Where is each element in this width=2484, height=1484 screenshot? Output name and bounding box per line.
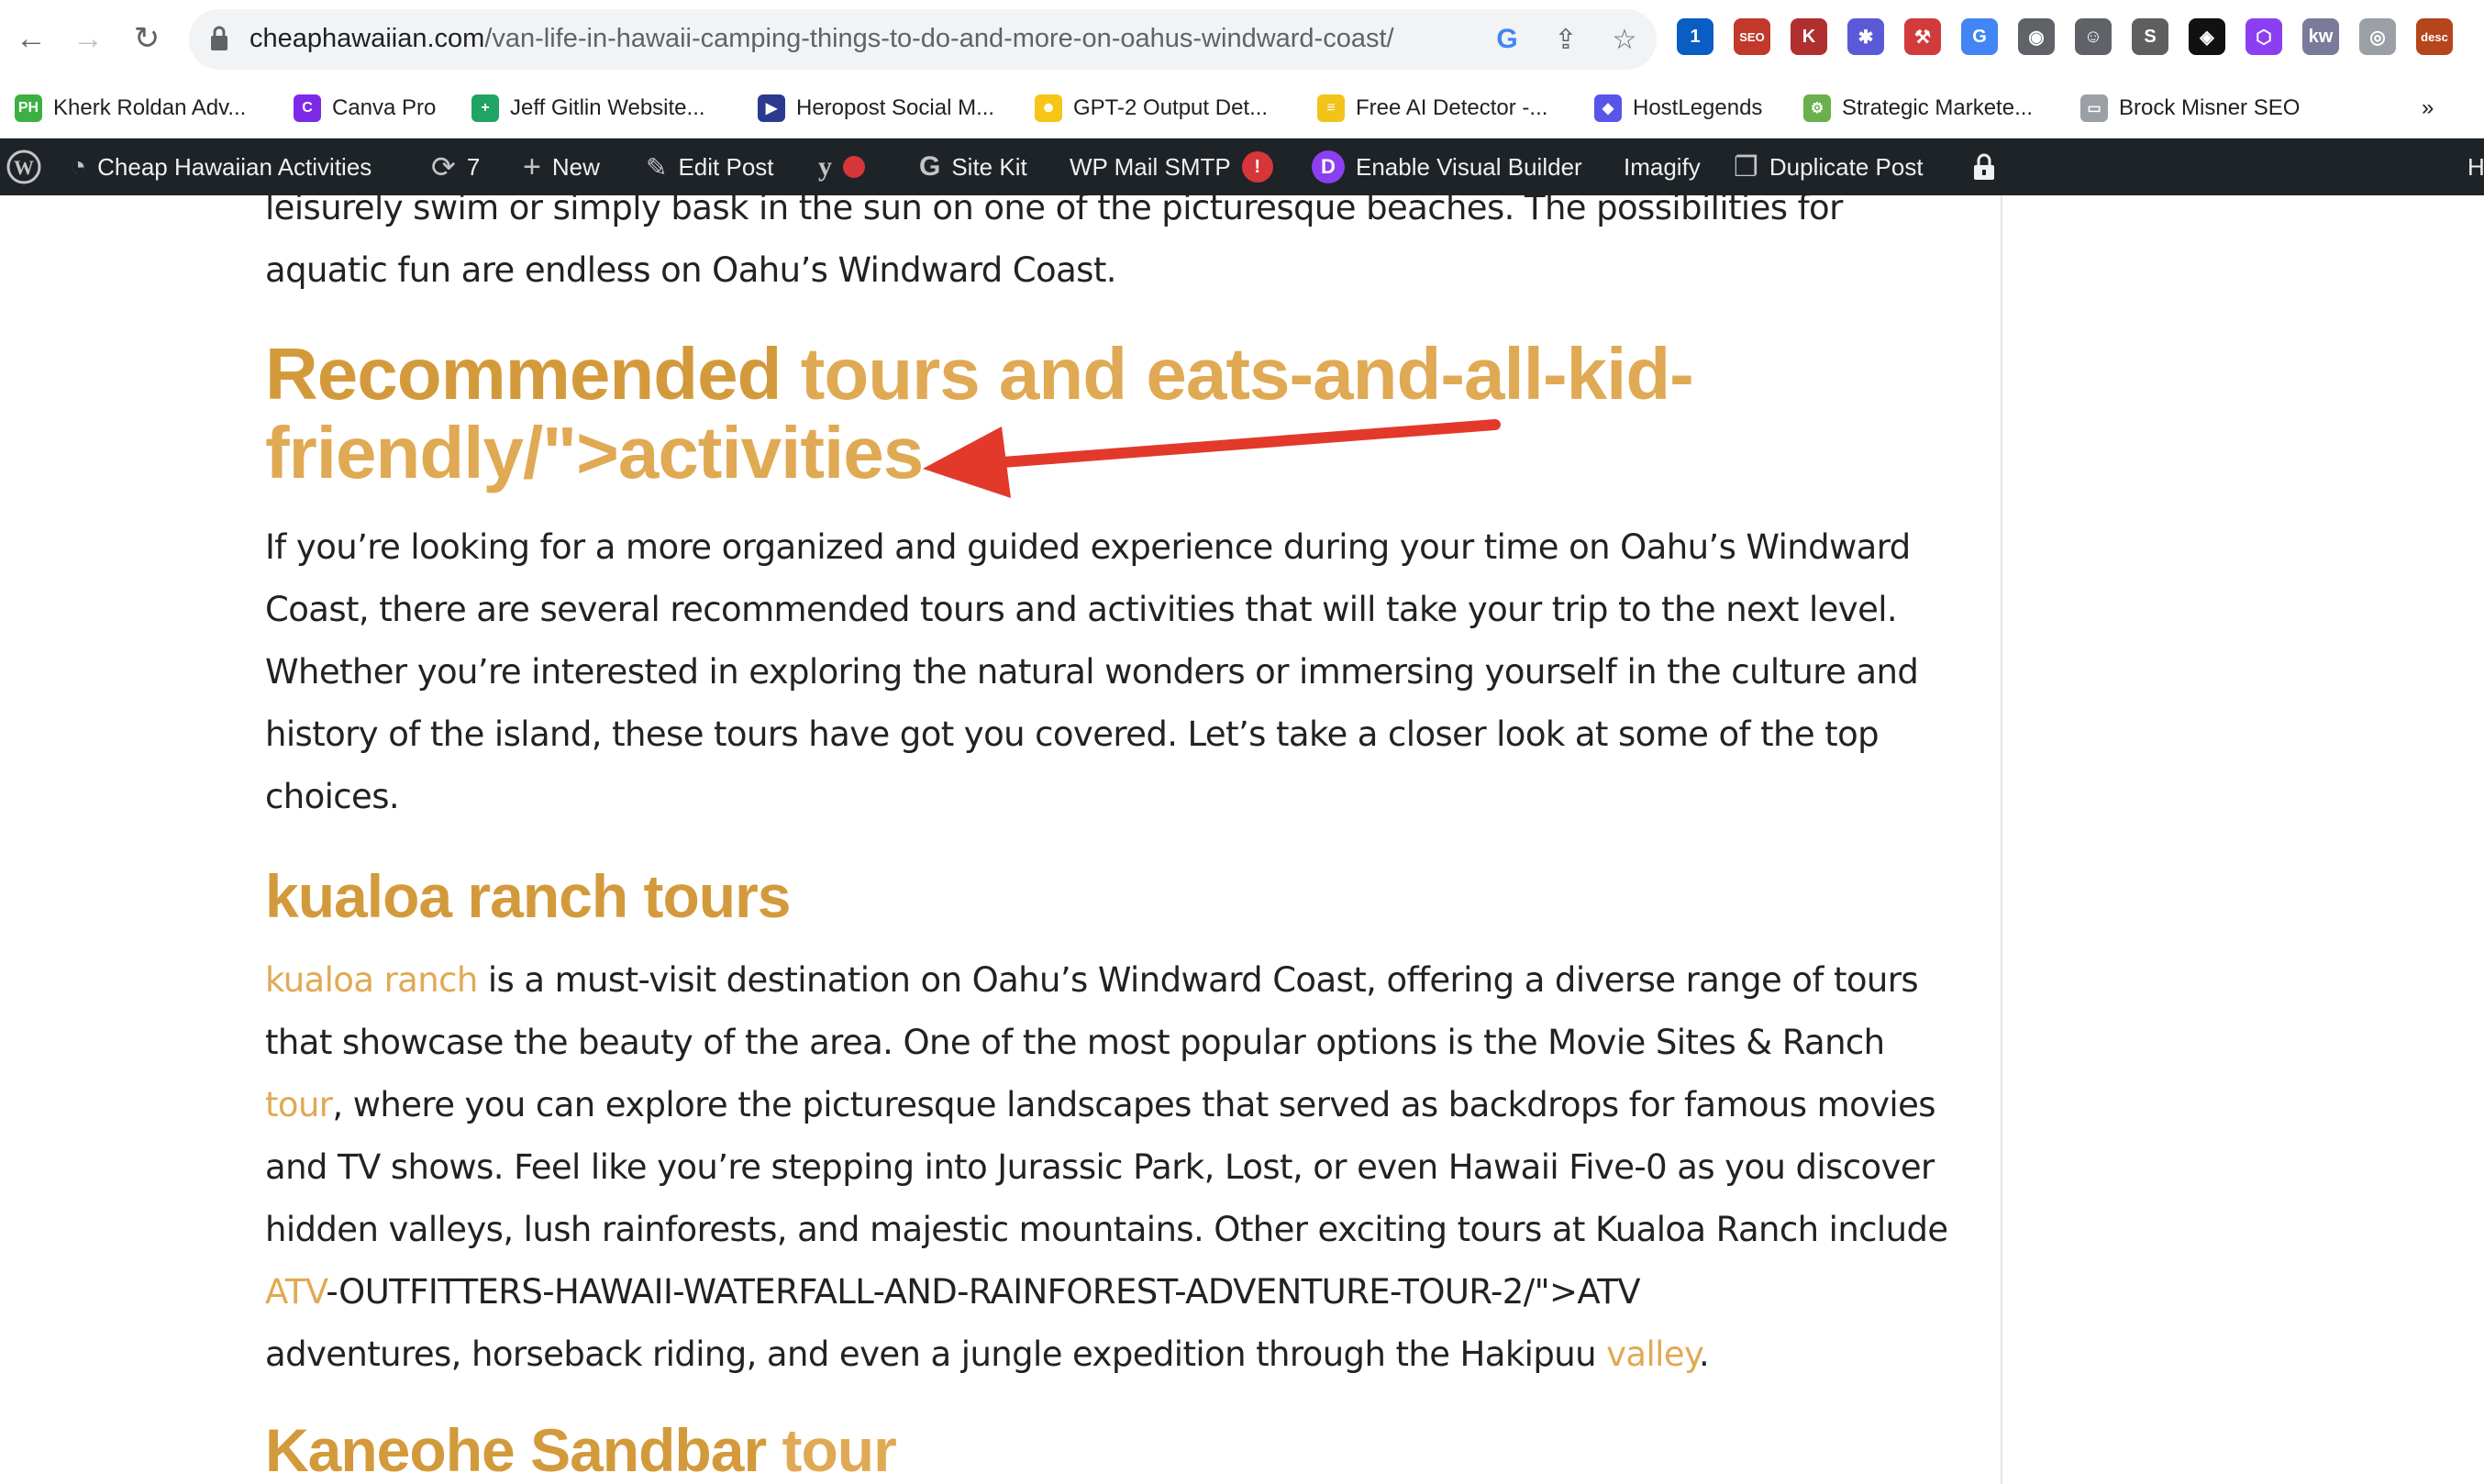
bookmark-item[interactable]: ▶ Heropost Social M...: [758, 90, 994, 127]
lock-icon: [211, 26, 227, 50]
bookmark-item[interactable]: + Jeff Gitlin Website...: [471, 90, 705, 127]
extensions-row: 1 SEO K ✱ ⚒ G ◉ ☺ S ◈ ⬡ kw ◎ desc: [1677, 18, 2453, 55]
keyword-extension-icon[interactable]: kw: [2302, 18, 2339, 55]
desc-extension-icon[interactable]: desc: [2416, 18, 2453, 55]
location-extension-icon[interactable]: ◉: [2018, 18, 2055, 55]
address-bar[interactable]: cheaphawaiian.com/van-life-in-hawaii-cam…: [189, 9, 1657, 70]
alert-badge: !: [1241, 151, 1273, 183]
yoast-icon: y: [818, 151, 832, 182]
red-tool-extension-icon[interactable]: ⚒: [1904, 18, 1941, 55]
ghost-extension-icon[interactable]: ☺: [2075, 18, 2112, 55]
padlock-icon[interactable]: [1972, 138, 1996, 195]
admin-edit-post[interactable]: ✎ Edit Post: [646, 138, 774, 195]
page-content: leisurely swim or simply bask in the sun…: [0, 195, 2484, 1484]
bookmark-item[interactable]: C Canva Pro: [294, 90, 436, 127]
share-icon[interactable]: ⇪: [1547, 20, 1585, 59]
bookmark-favicon-icon: ▶: [758, 94, 785, 122]
browser-toolbar: ← → ↻ cheaphawaiian.com/van-life-in-hawa…: [0, 0, 2484, 81]
bookmark-item[interactable]: ◆ HostLegends: [1594, 90, 1762, 127]
svg-text:W: W: [14, 156, 34, 179]
seo-status-dot: [843, 156, 865, 178]
plus-icon: +: [523, 149, 541, 184]
duplicate-icon: ❐: [1734, 151, 1758, 183]
admin-site-name[interactable]: ◔ Cheap Hawaiian Activities: [70, 138, 371, 195]
bookmark-label: Kherk Roldan Adv...: [53, 95, 247, 120]
google-g-icon: G: [919, 151, 941, 182]
bookmark-label: Canva Pro: [332, 95, 437, 120]
bookmark-favicon-icon: ≡: [1317, 94, 1345, 122]
url-text: cheaphawaiian.com/van-life-in-hawaii-cam…: [250, 24, 1394, 53]
bookmark-favicon-icon: C: [294, 94, 321, 122]
bookmark-star-icon[interactable]: ☆: [1605, 20, 1644, 59]
bookmark-item[interactable]: PH Kherk Roldan Adv...: [15, 90, 246, 127]
admin-howdy-cut[interactable]: H: [2467, 138, 2484, 195]
pencil-icon: ✎: [646, 152, 668, 182]
dashboard-icon: ◔: [70, 151, 87, 182]
bookmark-favicon-icon: ☻: [1035, 94, 1062, 122]
bookmark-favicon-icon: PH: [15, 94, 42, 122]
wp-admin-bar: W ◔ Cheap Hawaiian Activities ⟳ 7 + New …: [0, 138, 2484, 195]
bookmark-label: HostLegends: [1633, 95, 1763, 120]
k-extension-icon[interactable]: K: [1791, 18, 1827, 55]
bookmarks-overflow-button[interactable]: »: [2422, 90, 2434, 127]
admin-wp-mail-smtp[interactable]: WP Mail SMTP !: [1070, 138, 1273, 195]
admin-visual-builder[interactable]: D Enable Visual Builder: [1312, 138, 1582, 195]
admin-yoast[interactable]: y: [818, 138, 865, 195]
admin-site-kit[interactable]: G Site Kit: [919, 138, 1027, 195]
reload-icon[interactable]: ↻: [127, 18, 167, 59]
bookmark-item[interactable]: ☻ GPT-2 Output Det...: [1035, 90, 1268, 127]
admin-new[interactable]: + New: [523, 138, 600, 195]
bookmark-item[interactable]: ≡ Free AI Detector -...: [1317, 90, 1547, 127]
admin-imagify[interactable]: Imagify: [1624, 138, 1701, 195]
bookmark-label: GPT-2 Output Det...: [1073, 95, 1269, 120]
1password-icon[interactable]: 1: [1677, 18, 1713, 55]
hex-extension-icon[interactable]: ⬡: [2246, 18, 2282, 55]
forward-arrow-icon[interactable]: →: [68, 18, 108, 59]
back-arrow-icon[interactable]: ←: [11, 18, 51, 59]
bookmark-label: Heropost Social M...: [796, 95, 995, 120]
snowflake-extension-icon[interactable]: ✱: [1847, 18, 1884, 55]
bookmark-label: Free AI Detector -...: [1356, 95, 1548, 120]
bookmark-label: Brock Misner SEO: [2119, 95, 2301, 120]
red-arrow-annotation: [923, 419, 1501, 498]
divi-icon: D: [1312, 150, 1345, 183]
admin-updates[interactable]: ⟳ 7: [431, 138, 480, 195]
bookmark-label: Jeff Gitlin Website...: [510, 95, 705, 120]
google-lens-icon[interactable]: G: [1488, 20, 1526, 59]
bookmarks-bar: » PH Kherk Roldan Adv... C Canva Pro + Jeff G…: [0, 81, 2484, 138]
bookmark-favicon-icon: ⚙: [1803, 94, 1831, 122]
admin-duplicate-post[interactable]: ❐ Duplicate Post: [1734, 138, 1924, 195]
wordpress-logo-icon[interactable]: W: [6, 138, 42, 195]
bookmark-favicon-icon: +: [471, 94, 499, 122]
bookmark-label: Strategic Markete...: [1842, 95, 2034, 120]
google-translate-icon[interactable]: G: [1961, 18, 1998, 55]
bookmark-item[interactable]: ▭ Brock Misner SEO: [2080, 90, 2300, 127]
s-extension-icon[interactable]: S: [2132, 18, 2168, 55]
seo-extension-icon[interactable]: SEO: [1734, 18, 1770, 55]
bookmark-favicon-icon: ◆: [1594, 94, 1622, 122]
chatgpt-extension-icon[interactable]: ◈: [2189, 18, 2225, 55]
bookmark-favicon-icon: ▭: [2080, 94, 2108, 122]
updates-icon: ⟳: [431, 150, 456, 183]
bookmark-item[interactable]: ⚙ Strategic Markete...: [1803, 90, 2033, 127]
globe-extension-icon[interactable]: ◎: [2359, 18, 2396, 55]
